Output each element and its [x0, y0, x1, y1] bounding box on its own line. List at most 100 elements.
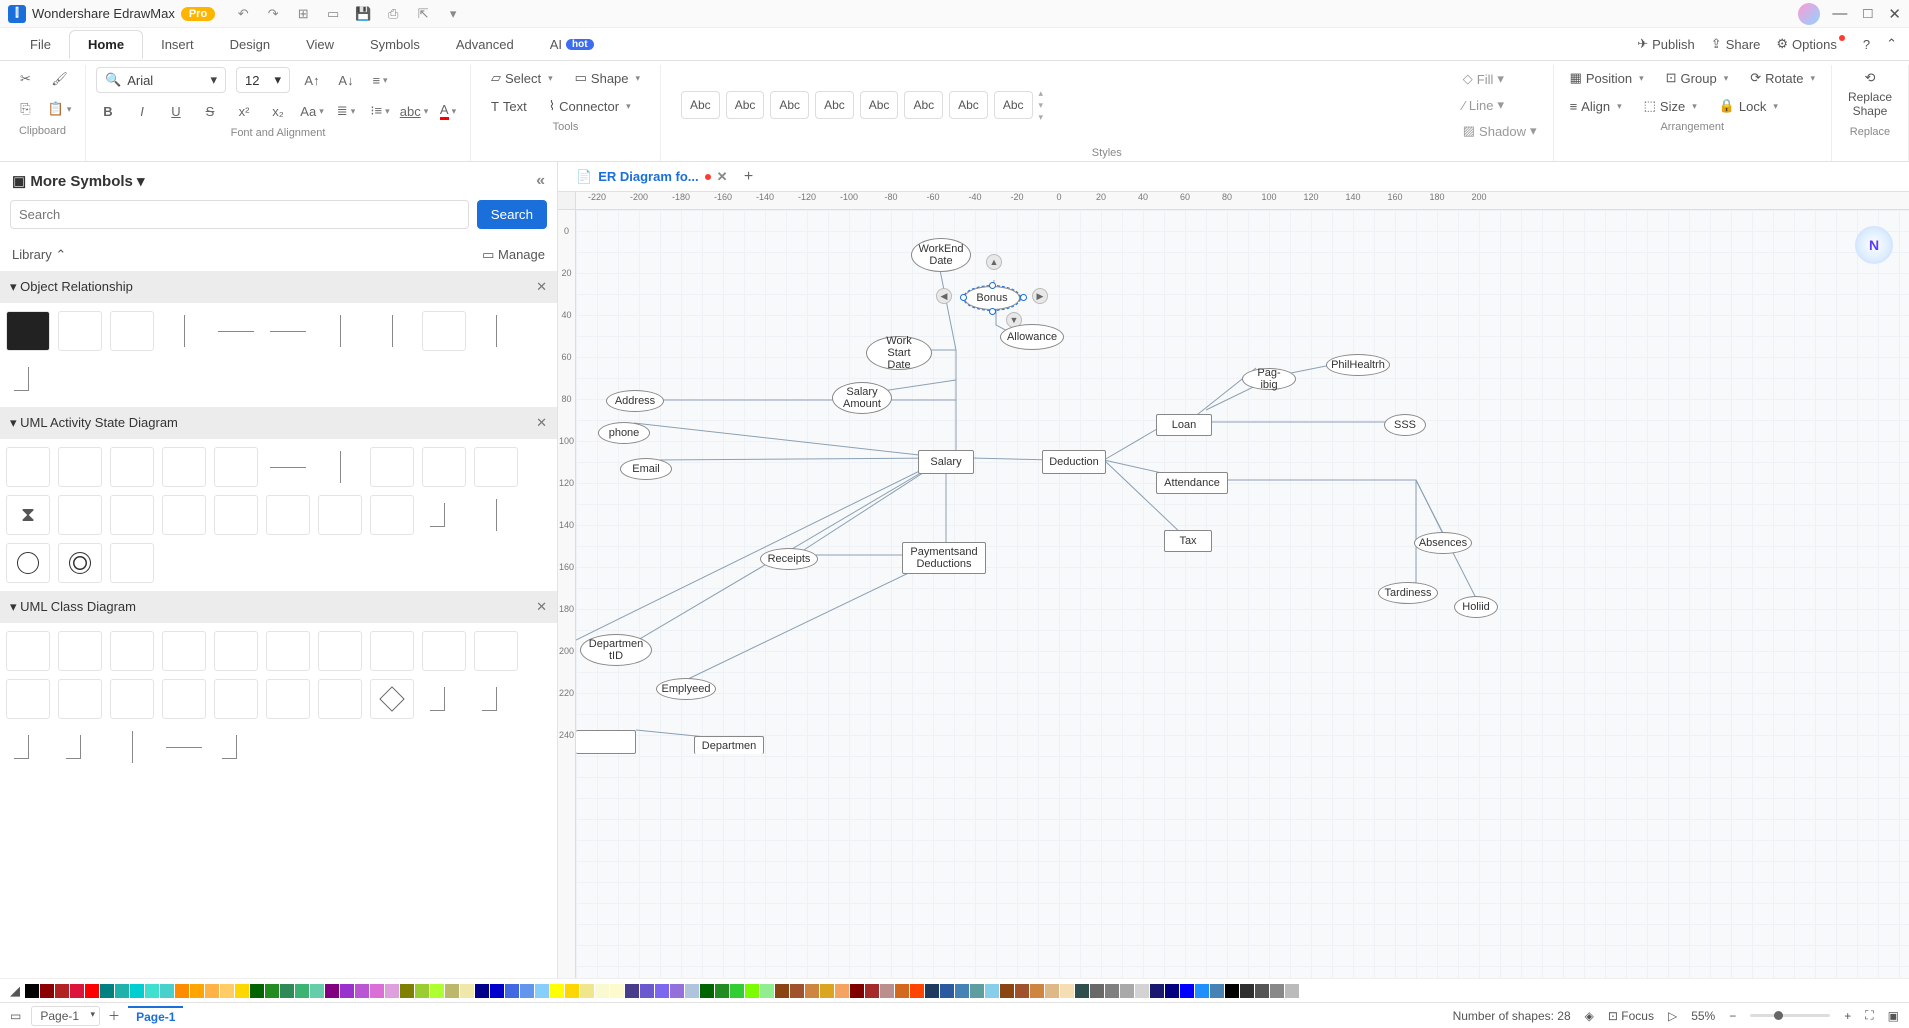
- shape-thumb[interactable]: [318, 447, 362, 487]
- color-swatch[interactable]: [820, 984, 834, 998]
- color-swatch[interactable]: [1030, 984, 1044, 998]
- menu-file[interactable]: File: [12, 31, 69, 58]
- shape-thumb[interactable]: [58, 495, 102, 535]
- case-icon[interactable]: Aa: [300, 99, 324, 123]
- color-swatch[interactable]: [415, 984, 429, 998]
- color-swatch[interactable]: [1000, 984, 1014, 998]
- color-swatch[interactable]: [505, 984, 519, 998]
- menu-insert[interactable]: Insert: [143, 31, 212, 58]
- options-button[interactable]: ⚙Options: [1776, 36, 1846, 52]
- color-swatch[interactable]: [115, 984, 129, 998]
- position-dropdown[interactable]: ▦ Position: [1564, 67, 1650, 89]
- cat-uml-class[interactable]: ▾ UML Class Diagram ✕: [0, 591, 557, 623]
- menu-view[interactable]: View: [288, 31, 352, 58]
- menu-ai[interactable]: AI hot: [532, 31, 612, 58]
- color-swatch[interactable]: [355, 984, 369, 998]
- color-swatch[interactable]: [790, 984, 804, 998]
- node-workstart[interactable]: Work Start Date: [866, 336, 932, 370]
- rotate-dropdown[interactable]: ⟳ Rotate: [1744, 67, 1821, 89]
- node-phone[interactable]: phone: [598, 422, 650, 444]
- node-absences[interactable]: Absences: [1414, 532, 1472, 554]
- shape-thumb[interactable]: [422, 311, 466, 351]
- menu-home[interactable]: Home: [69, 30, 143, 59]
- font-size-select[interactable]: 12▾: [236, 67, 290, 93]
- shape-thumb[interactable]: [422, 679, 466, 719]
- color-swatch[interactable]: [895, 984, 909, 998]
- color-swatch[interactable]: [265, 984, 279, 998]
- color-swatch[interactable]: [865, 984, 879, 998]
- shape-thumb[interactable]: [266, 495, 310, 535]
- node-departmen[interactable]: Departmen: [694, 736, 764, 754]
- publish-button[interactable]: ✈Publish: [1637, 36, 1695, 52]
- color-swatch[interactable]: [100, 984, 114, 998]
- shape-thumb[interactable]: [214, 679, 258, 719]
- color-swatch[interactable]: [925, 984, 939, 998]
- page-tab[interactable]: Page-1: [128, 1006, 183, 1026]
- superscript-icon[interactable]: x²: [232, 99, 256, 123]
- shape-thumb[interactable]: [474, 495, 518, 535]
- shape-thumb[interactable]: [266, 679, 310, 719]
- line-spacing-icon[interactable]: ≣: [334, 99, 358, 123]
- add-page-button[interactable]: ＋: [108, 1007, 120, 1024]
- shadow-dropdown[interactable]: ▨ Shadow ▾: [1457, 119, 1543, 143]
- node-partial-left[interactable]: [576, 730, 636, 754]
- italic-icon[interactable]: I: [130, 99, 154, 123]
- node-loan[interactable]: Loan: [1156, 414, 1212, 436]
- color-swatch[interactable]: [325, 984, 339, 998]
- shape-thumb[interactable]: [370, 495, 414, 535]
- cat-object-relationship[interactable]: ▾ Object Relationship ✕: [0, 271, 557, 303]
- node-deduction[interactable]: Deduction: [1042, 450, 1106, 474]
- node-pagibig[interactable]: Pag-ibig: [1242, 368, 1296, 390]
- node-salaryamount[interactable]: Salary Amount: [832, 382, 892, 414]
- color-swatch[interactable]: [685, 984, 699, 998]
- format-painter-icon[interactable]: 🖌: [48, 67, 72, 91]
- color-swatch[interactable]: [1225, 984, 1239, 998]
- color-swatch[interactable]: [160, 984, 174, 998]
- shape-thumb[interactable]: [110, 495, 154, 535]
- color-swatch[interactable]: [130, 984, 144, 998]
- minimize-icon[interactable]: —: [1832, 5, 1847, 23]
- print-icon[interactable]: ⎙: [385, 6, 401, 22]
- shape-thumb[interactable]: [6, 543, 50, 583]
- style-preset-4[interactable]: Abc: [815, 91, 854, 119]
- color-swatch[interactable]: [1090, 984, 1104, 998]
- color-swatch[interactable]: [280, 984, 294, 998]
- shape-thumb[interactable]: [58, 543, 102, 583]
- styles-more-icon[interactable]: ▾: [1039, 112, 1044, 123]
- color-swatch[interactable]: [340, 984, 354, 998]
- shape-thumb[interactable]: [6, 447, 50, 487]
- shape-thumb[interactable]: [110, 631, 154, 671]
- shape-tool[interactable]: ▭ Shape: [569, 67, 646, 89]
- maximize-icon[interactable]: □: [1863, 5, 1872, 23]
- shape-thumb[interactable]: [266, 311, 310, 351]
- close-cat-icon[interactable]: ✕: [536, 279, 547, 295]
- search-button[interactable]: Search: [477, 200, 547, 229]
- layers-icon[interactable]: ◈: [1585, 1009, 1594, 1023]
- shape-thumb[interactable]: [162, 727, 206, 767]
- color-swatch[interactable]: [385, 984, 399, 998]
- color-swatch[interactable]: [85, 984, 99, 998]
- cat-uml-activity[interactable]: ▾ UML Activity State Diagram ✕: [0, 407, 557, 439]
- color-swatch[interactable]: [205, 984, 219, 998]
- color-swatch[interactable]: [1210, 984, 1224, 998]
- shape-thumb[interactable]: [474, 447, 518, 487]
- arrow-handle-left[interactable]: ◀: [936, 288, 952, 304]
- style-preset-7[interactable]: Abc: [949, 91, 988, 119]
- color-swatch[interactable]: [910, 984, 924, 998]
- color-swatch[interactable]: [700, 984, 714, 998]
- color-swatch[interactable]: [250, 984, 264, 998]
- color-swatch[interactable]: [595, 984, 609, 998]
- node-email[interactable]: Email: [620, 458, 672, 480]
- shape-thumb[interactable]: [6, 359, 50, 399]
- shape-thumb[interactable]: [422, 447, 466, 487]
- color-swatch[interactable]: [475, 984, 489, 998]
- color-swatch[interactable]: [25, 984, 39, 998]
- styles-down-icon[interactable]: ▾: [1039, 100, 1044, 111]
- color-swatch[interactable]: [640, 984, 654, 998]
- color-swatch[interactable]: [490, 984, 504, 998]
- color-swatch[interactable]: [955, 984, 969, 998]
- library-link[interactable]: Library ⌃: [12, 247, 66, 263]
- color-swatch[interactable]: [70, 984, 84, 998]
- paste-icon[interactable]: 📋: [48, 97, 72, 121]
- shape-thumb[interactable]: [266, 631, 310, 671]
